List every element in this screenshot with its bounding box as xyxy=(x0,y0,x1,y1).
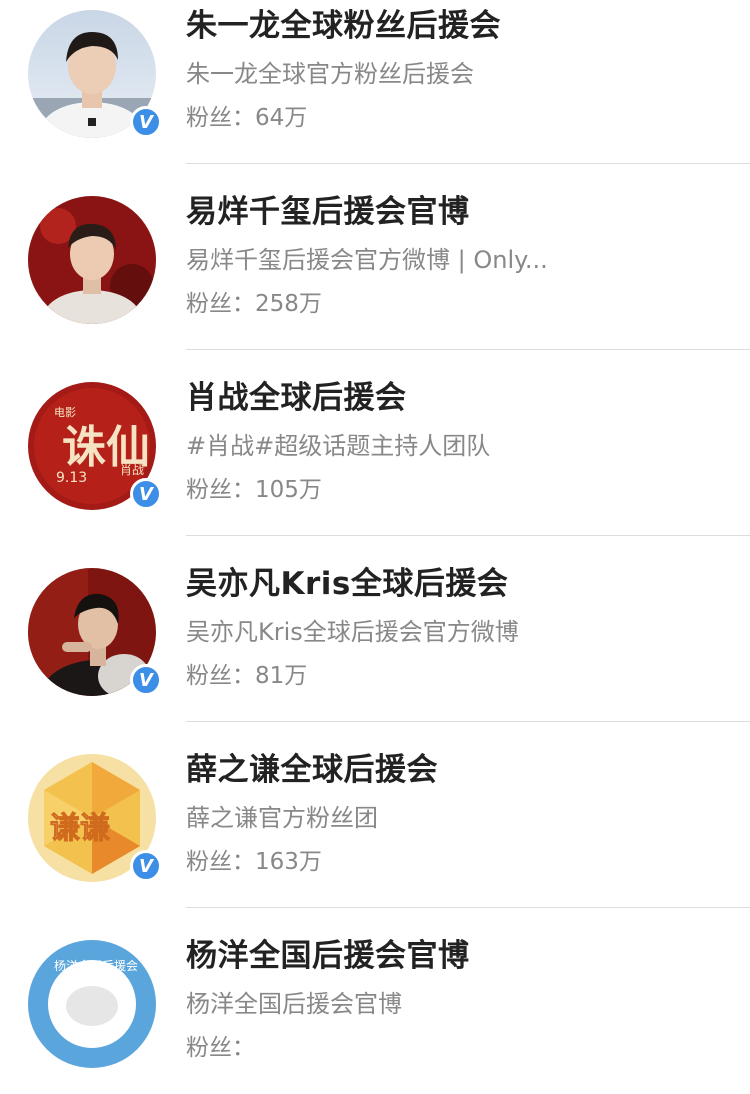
fans-count: 粉丝：258万 xyxy=(186,288,730,320)
account-name[interactable]: 易烊千玺后援会官博 xyxy=(186,192,730,232)
avatar-caption-arc: 杨洋全国后援会 xyxy=(54,958,138,973)
fans-count: 粉丝： xyxy=(186,1032,730,1064)
fans-label: 粉丝： xyxy=(186,105,255,131)
verified-badge-icon: V xyxy=(130,850,162,882)
account-name[interactable]: 朱一龙全球粉丝后援会 xyxy=(186,6,730,46)
avatar-caption-top: 电影 xyxy=(54,406,76,419)
avatar-container[interactable]: 谦谦 V xyxy=(28,754,162,882)
avatar[interactable] xyxy=(28,196,156,324)
account-description: 杨洋全国后援会官博 xyxy=(186,990,402,1018)
account-description: #肖战#超级话题主持人团队 xyxy=(186,432,491,460)
fans-count: 粉丝：105万 xyxy=(186,474,730,506)
account-name[interactable]: 薛之谦全球后援会 xyxy=(186,750,730,790)
account-list: V 朱一龙全球粉丝后援会 朱一龙全球官方粉丝后援会 粉丝：64万 易烊千玺后援会… xyxy=(0,0,750,1094)
avatar-container[interactable]: 杨洋全国后援会 xyxy=(28,940,156,1068)
fans-count: 粉丝：163万 xyxy=(186,846,730,878)
avatar-caption-main: 谦谦 xyxy=(50,811,110,846)
fans-value: 64万 xyxy=(255,105,308,131)
account-info: 易烊千玺后援会官博 易烊千玺后援会官方微博 | Only... 粉丝：258万 xyxy=(186,192,730,320)
fans-label: 粉丝： xyxy=(186,291,255,317)
fans-label: 粉丝： xyxy=(186,477,255,503)
verified-badge-icon: V xyxy=(130,664,162,696)
fans-label: 粉丝： xyxy=(186,849,255,875)
account-info: 肖战全球后援会 #肖战#超级话题主持人团队 粉丝：105万 xyxy=(186,378,730,506)
account-info: 杨洋全国后援会官博 杨洋全国后援会官博 粉丝： xyxy=(186,936,730,1064)
list-item[interactable]: V 吴亦凡Kris全球后援会 吴亦凡Kris全球后援会官方微博 粉丝：81万 xyxy=(0,536,750,722)
account-name[interactable]: 吴亦凡Kris全球后援会 xyxy=(186,564,730,604)
fans-value: 163万 xyxy=(255,849,322,875)
fans-count: 粉丝：64万 xyxy=(186,102,730,134)
avatar-container[interactable] xyxy=(28,196,156,324)
account-info: 薛之谦全球后援会 薛之谦官方粉丝团 粉丝：163万 xyxy=(186,750,730,878)
fans-value: 81万 xyxy=(255,663,308,689)
list-item[interactable]: 谦谦 V 薛之谦全球后援会 薛之谦官方粉丝团 粉丝：163万 xyxy=(0,722,750,908)
avatar[interactable]: 杨洋全国后援会 xyxy=(28,940,156,1068)
list-item[interactable]: 易烊千玺后援会官博 易烊千玺后援会官方微博 | Only... 粉丝：258万 xyxy=(0,164,750,350)
list-item[interactable]: 电影 诛仙 9.13 肖战 V 肖战全球后援会 #肖战#超级话题主持人团队 粉丝… xyxy=(0,350,750,536)
fans-label: 粉丝： xyxy=(186,1035,255,1061)
fans-value: 258万 xyxy=(255,291,322,317)
fans-label: 粉丝： xyxy=(186,663,255,689)
account-name[interactable]: 肖战全球后援会 xyxy=(186,378,730,418)
account-description: 吴亦凡Kris全球后援会官方微博 xyxy=(186,618,519,646)
account-description: 薛之谦官方粉丝团 xyxy=(186,804,378,832)
account-info: 朱一龙全球粉丝后援会 朱一龙全球官方粉丝后援会 粉丝：64万 xyxy=(186,6,730,134)
avatar-container[interactable]: 电影 诛仙 9.13 肖战 V xyxy=(28,382,162,510)
fans-value: 105万 xyxy=(255,477,322,503)
avatar-container[interactable]: V xyxy=(28,10,162,138)
list-item[interactable]: V 朱一龙全球粉丝后援会 朱一龙全球官方粉丝后援会 粉丝：64万 xyxy=(0,0,750,164)
account-name[interactable]: 杨洋全国后援会官博 xyxy=(186,936,730,976)
account-description: 易烊千玺后援会官方微博 | Only... xyxy=(186,246,548,274)
verified-badge-icon: V xyxy=(130,478,162,510)
list-item[interactable]: 杨洋全国后援会 杨洋全国后援会官博 杨洋全国后援会官博 粉丝： xyxy=(0,908,750,1094)
avatar-caption-date: 9.13 xyxy=(56,470,87,486)
avatar-container[interactable]: V xyxy=(28,568,162,696)
fans-count: 粉丝：81万 xyxy=(186,660,730,692)
account-description: 朱一龙全球官方粉丝后援会 xyxy=(186,60,474,88)
verified-badge-icon: V xyxy=(130,106,162,138)
account-info: 吴亦凡Kris全球后援会 吴亦凡Kris全球后援会官方微博 粉丝：81万 xyxy=(186,564,730,692)
avatar-caption-side: 肖战 xyxy=(120,463,144,477)
